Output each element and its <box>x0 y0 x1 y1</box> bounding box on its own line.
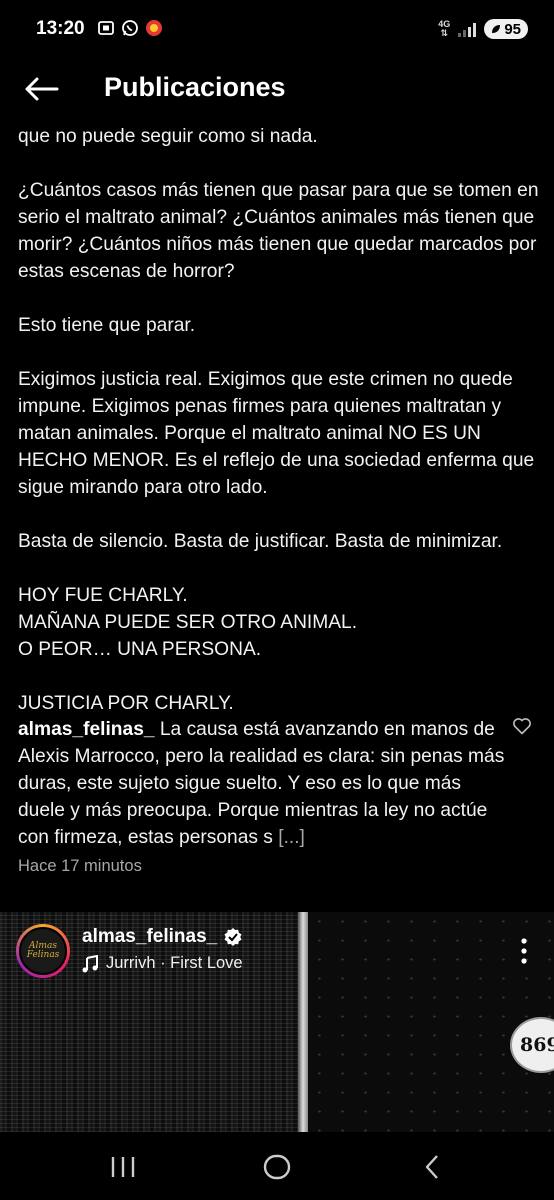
verified-badge-icon <box>224 928 242 946</box>
page-title: Publicaciones <box>104 72 286 102</box>
more-options-icon[interactable] <box>520 938 528 964</box>
recent-apps-icon[interactable] <box>108 1152 138 1182</box>
status-bar: 13:20 4G ⇅ 95 <box>0 0 554 64</box>
comment-more-link[interactable]: [...] <box>278 827 305 848</box>
post-caption: que no puede seguir como si nada. ¿Cuánt… <box>18 123 543 717</box>
status-right: 4G ⇅ 95 <box>438 19 528 39</box>
network-indicator: 4G ⇅ <box>438 19 451 38</box>
next-post-preview[interactable]: 869 Almas Felinas almas_felinas_ Jurrivh… <box>0 912 554 1132</box>
home-icon[interactable] <box>262 1152 292 1182</box>
post-author[interactable]: almas_felinas_ <box>82 926 243 948</box>
caption-paragraph: Exigimos justicia real. Exigimos que est… <box>18 369 535 498</box>
app-notification-icon <box>145 19 163 37</box>
post-image-divider <box>298 912 308 1132</box>
audio-title: Jurrivh · First Love <box>106 954 243 972</box>
system-navigation-bar <box>0 1132 554 1200</box>
post-image-right <box>308 912 554 1132</box>
comment: almas_felinas_ La causa está avanzando e… <box>18 716 508 851</box>
avatar[interactable]: Almas Felinas <box>16 924 70 978</box>
comment-username[interactable]: almas_felinas_ <box>18 719 155 740</box>
post-username[interactable]: almas_felinas_ <box>82 926 217 948</box>
top-app-bar: Publicaciones <box>0 64 554 116</box>
post-audio[interactable]: Jurrivh · First Love <box>82 954 243 973</box>
caption-paragraph: JUSTICIA POR CHARLY. <box>18 693 234 714</box>
signal-icon <box>458 21 477 37</box>
screenshot-icon <box>97 19 115 37</box>
battery-indicator: 95 <box>484 19 528 39</box>
back-arrow-icon[interactable] <box>22 74 62 104</box>
caption-paragraph: Esto tiene que parar. <box>18 315 196 336</box>
status-time: 13:20 <box>36 18 85 39</box>
caption-paragraph: que no puede seguir como si nada. <box>18 126 318 147</box>
caption-paragraph: Basta de silencio. Basta de justificar. … <box>18 531 503 552</box>
heart-icon[interactable] <box>512 716 532 736</box>
avatar-logo: Almas Felinas <box>19 927 67 975</box>
whatsapp-icon <box>121 19 139 37</box>
comment-timestamp: Hace 17 minutos <box>18 857 142 875</box>
status-notification-icons <box>97 19 163 37</box>
battery-saver-icon <box>492 25 501 33</box>
battery-level: 95 <box>504 20 521 38</box>
back-nav-icon[interactable] <box>418 1152 448 1182</box>
music-note-icon <box>82 954 98 972</box>
caption-paragraph: HOY FUE CHARLY. MAÑANA PUEDE SER OTRO AN… <box>18 585 358 660</box>
caption-paragraph: ¿Cuántos casos más tienen que pasar para… <box>18 180 539 282</box>
